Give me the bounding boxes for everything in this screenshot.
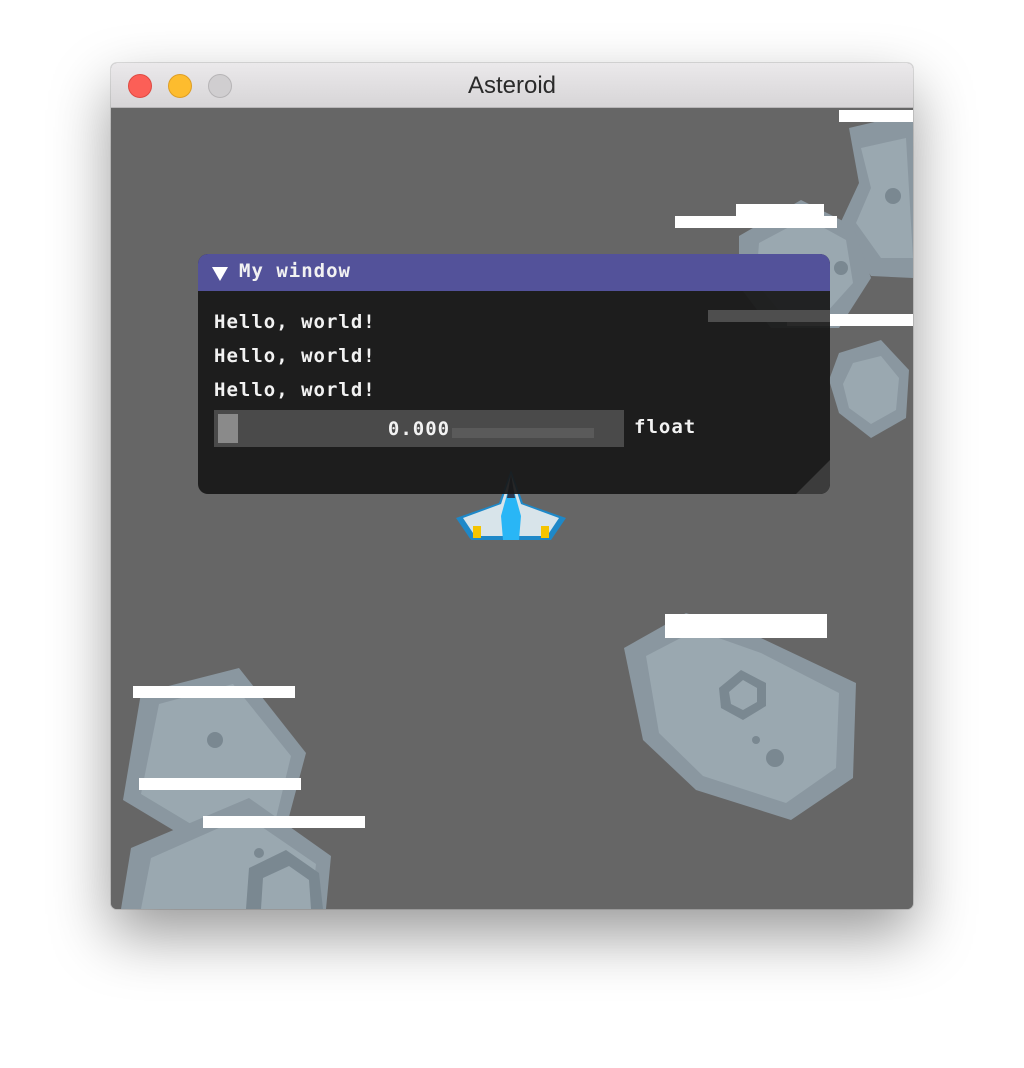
- slider-value: 0.000: [387, 418, 451, 440]
- asteroid-label-bar: [139, 778, 301, 790]
- text-line: Hello, world!: [214, 379, 376, 401]
- asteroid-bottom-right: [624, 613, 856, 820]
- title-bar: Asteroid: [111, 63, 913, 108]
- text-line: Hello, world!: [214, 345, 376, 367]
- resize-grip[interactable]: [796, 460, 830, 494]
- window-title: Asteroid: [467, 72, 557, 99]
- text-line: Hello, world!: [214, 311, 376, 333]
- asteroid-label-bar: [839, 110, 913, 122]
- asteroid-label-bar: [203, 816, 365, 828]
- game-canvas[interactable]: My window Hello, world! Hello, world! He…: [111, 108, 913, 909]
- imgui-title-bar[interactable]: My window: [198, 254, 830, 291]
- asteroid-label-bar: [675, 216, 837, 228]
- app-window: Asteroid My window Hello, world! Hello, …: [111, 63, 913, 909]
- asteroid-label-bar: [665, 614, 827, 638]
- asteroid-label-bar: [133, 686, 295, 698]
- slider-label: float: [634, 416, 697, 438]
- collapse-triangle-icon[interactable]: [212, 267, 228, 281]
- imgui-window-title: My window: [239, 260, 351, 282]
- asteroid-label-bar: [736, 204, 824, 216]
- float-slider[interactable]: 0.000: [214, 410, 624, 447]
- overlapped-bar: [708, 310, 830, 322]
- imgui-window[interactable]: My window Hello, world! Hello, world! He…: [198, 254, 830, 494]
- asteroid-right-edge: [829, 340, 909, 438]
